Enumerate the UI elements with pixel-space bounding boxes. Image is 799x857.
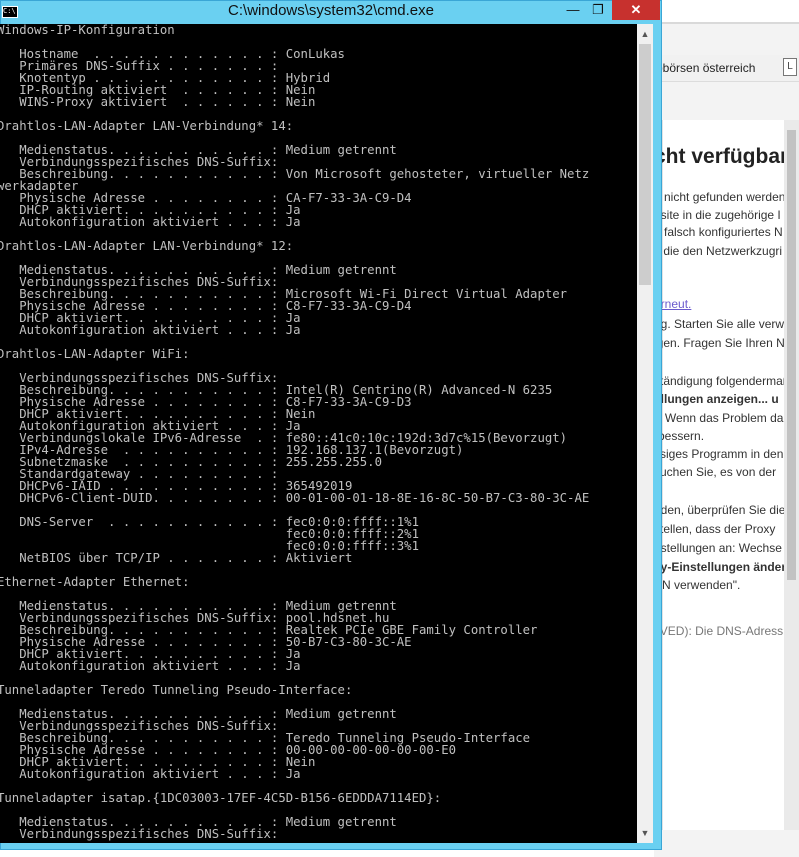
console-line: Drahtlos-LAN-Adapter WiFi: [0,347,190,361]
error-page-text: ssiges Programm in den [654,447,784,461]
console-scrollbar-thumb[interactable] [639,44,651,285]
bookmark-page-icon[interactable]: L [783,58,797,76]
error-page-text: xy-Einstellungen änder [654,560,787,574]
console-line: WINS-Proxy aktiviert . . . . . . : Nein [0,95,316,109]
error-page-text: bsite in die zugehörige I [654,208,781,222]
restore-button[interactable]: ❐ [586,0,610,20]
console-line: Drahtlos-LAN-Adapter LAN-Verbindung* 12: [0,239,294,253]
console-line: Tunneladapter Teredo Tunneling Pseudo-In… [0,683,353,697]
error-page-text: n falsch konfiguriertes N [654,225,783,239]
error-page-text: ". Wenn das Problem da [654,411,784,425]
error-page-title: cht verfügbar [654,145,789,168]
browser-scrollbar-thumb[interactable] [787,130,796,580]
error-page-text: nstellungen an: Wechse [654,541,782,555]
error-page-text: stellen, dass der Proxy [654,522,776,536]
error-page-text: ng. Starten Sie alle verw [654,317,785,331]
browser-divider [654,22,799,24]
console-line: Drahtlos-LAN-Adapter LAN-Verbindung* 14: [0,119,294,133]
console-line: Autokonfiguration aktiviert . . . : Ja [0,323,301,337]
error-page-text: ständigung folgendermaß [654,374,791,388]
console-line: Windows-IP-Konfiguration [0,24,175,37]
console-line: Autokonfiguration aktiviert . . . : Ja [0,215,301,229]
scroll-up-arrow-icon[interactable]: ▲ [637,26,653,42]
console-text: Windows-IP-Konfiguration Hostname . . . … [0,24,589,840]
error-page-text: n nicht gefunden werden [654,190,786,204]
console-line: Autokonfiguration aktiviert . . . : Ja [0,767,301,781]
console-line: Autokonfiguration aktiviert . . . : Ja [0,659,301,673]
minimize-button[interactable]: — [560,0,586,20]
console-line: Verbindungsspezifisches DNS-Suffix: [0,827,279,841]
bookmark-item[interactable]: bbörsen österreich [656,61,755,75]
scroll-down-arrow-icon[interactable]: ▼ [637,825,653,841]
error-page-text: nden, überprüfen Sie die [654,503,786,517]
error-page-text: LVED): Die DNS-Adress [654,624,784,638]
console-line: Ethernet-Adapter Ethernet: [0,575,190,589]
error-page-text: l, die den Netzwerkzugri [654,244,783,258]
error-page-text: ellungen anzeigen... u [654,392,779,406]
console-output[interactable]: Windows-IP-Konfiguration Hostname . . . … [0,24,637,843]
error-page-text: suchen Sie, es von der [654,465,777,479]
error-page-text: AN verwenden". [654,578,741,592]
console-line: NetBIOS über TCP/IP . . . . . . . : Akti… [0,551,353,565]
console-line: Beschreibung. . . . . . . . . . . : Von … [0,167,590,181]
console-scrollbar[interactable]: ▲ ▼ [637,24,653,843]
console-line: DHCPv6-Client-DUID. . . . . . . . : 00-0… [0,491,590,505]
browser-tab-strip [654,0,799,22]
close-button[interactable]: ✕ [612,0,660,20]
error-page-text: igen. Fragen Sie Ihren Ne [654,336,792,350]
console-line: Tunneladapter isatap.{1DC03003-17EF-4C5D… [0,791,442,805]
